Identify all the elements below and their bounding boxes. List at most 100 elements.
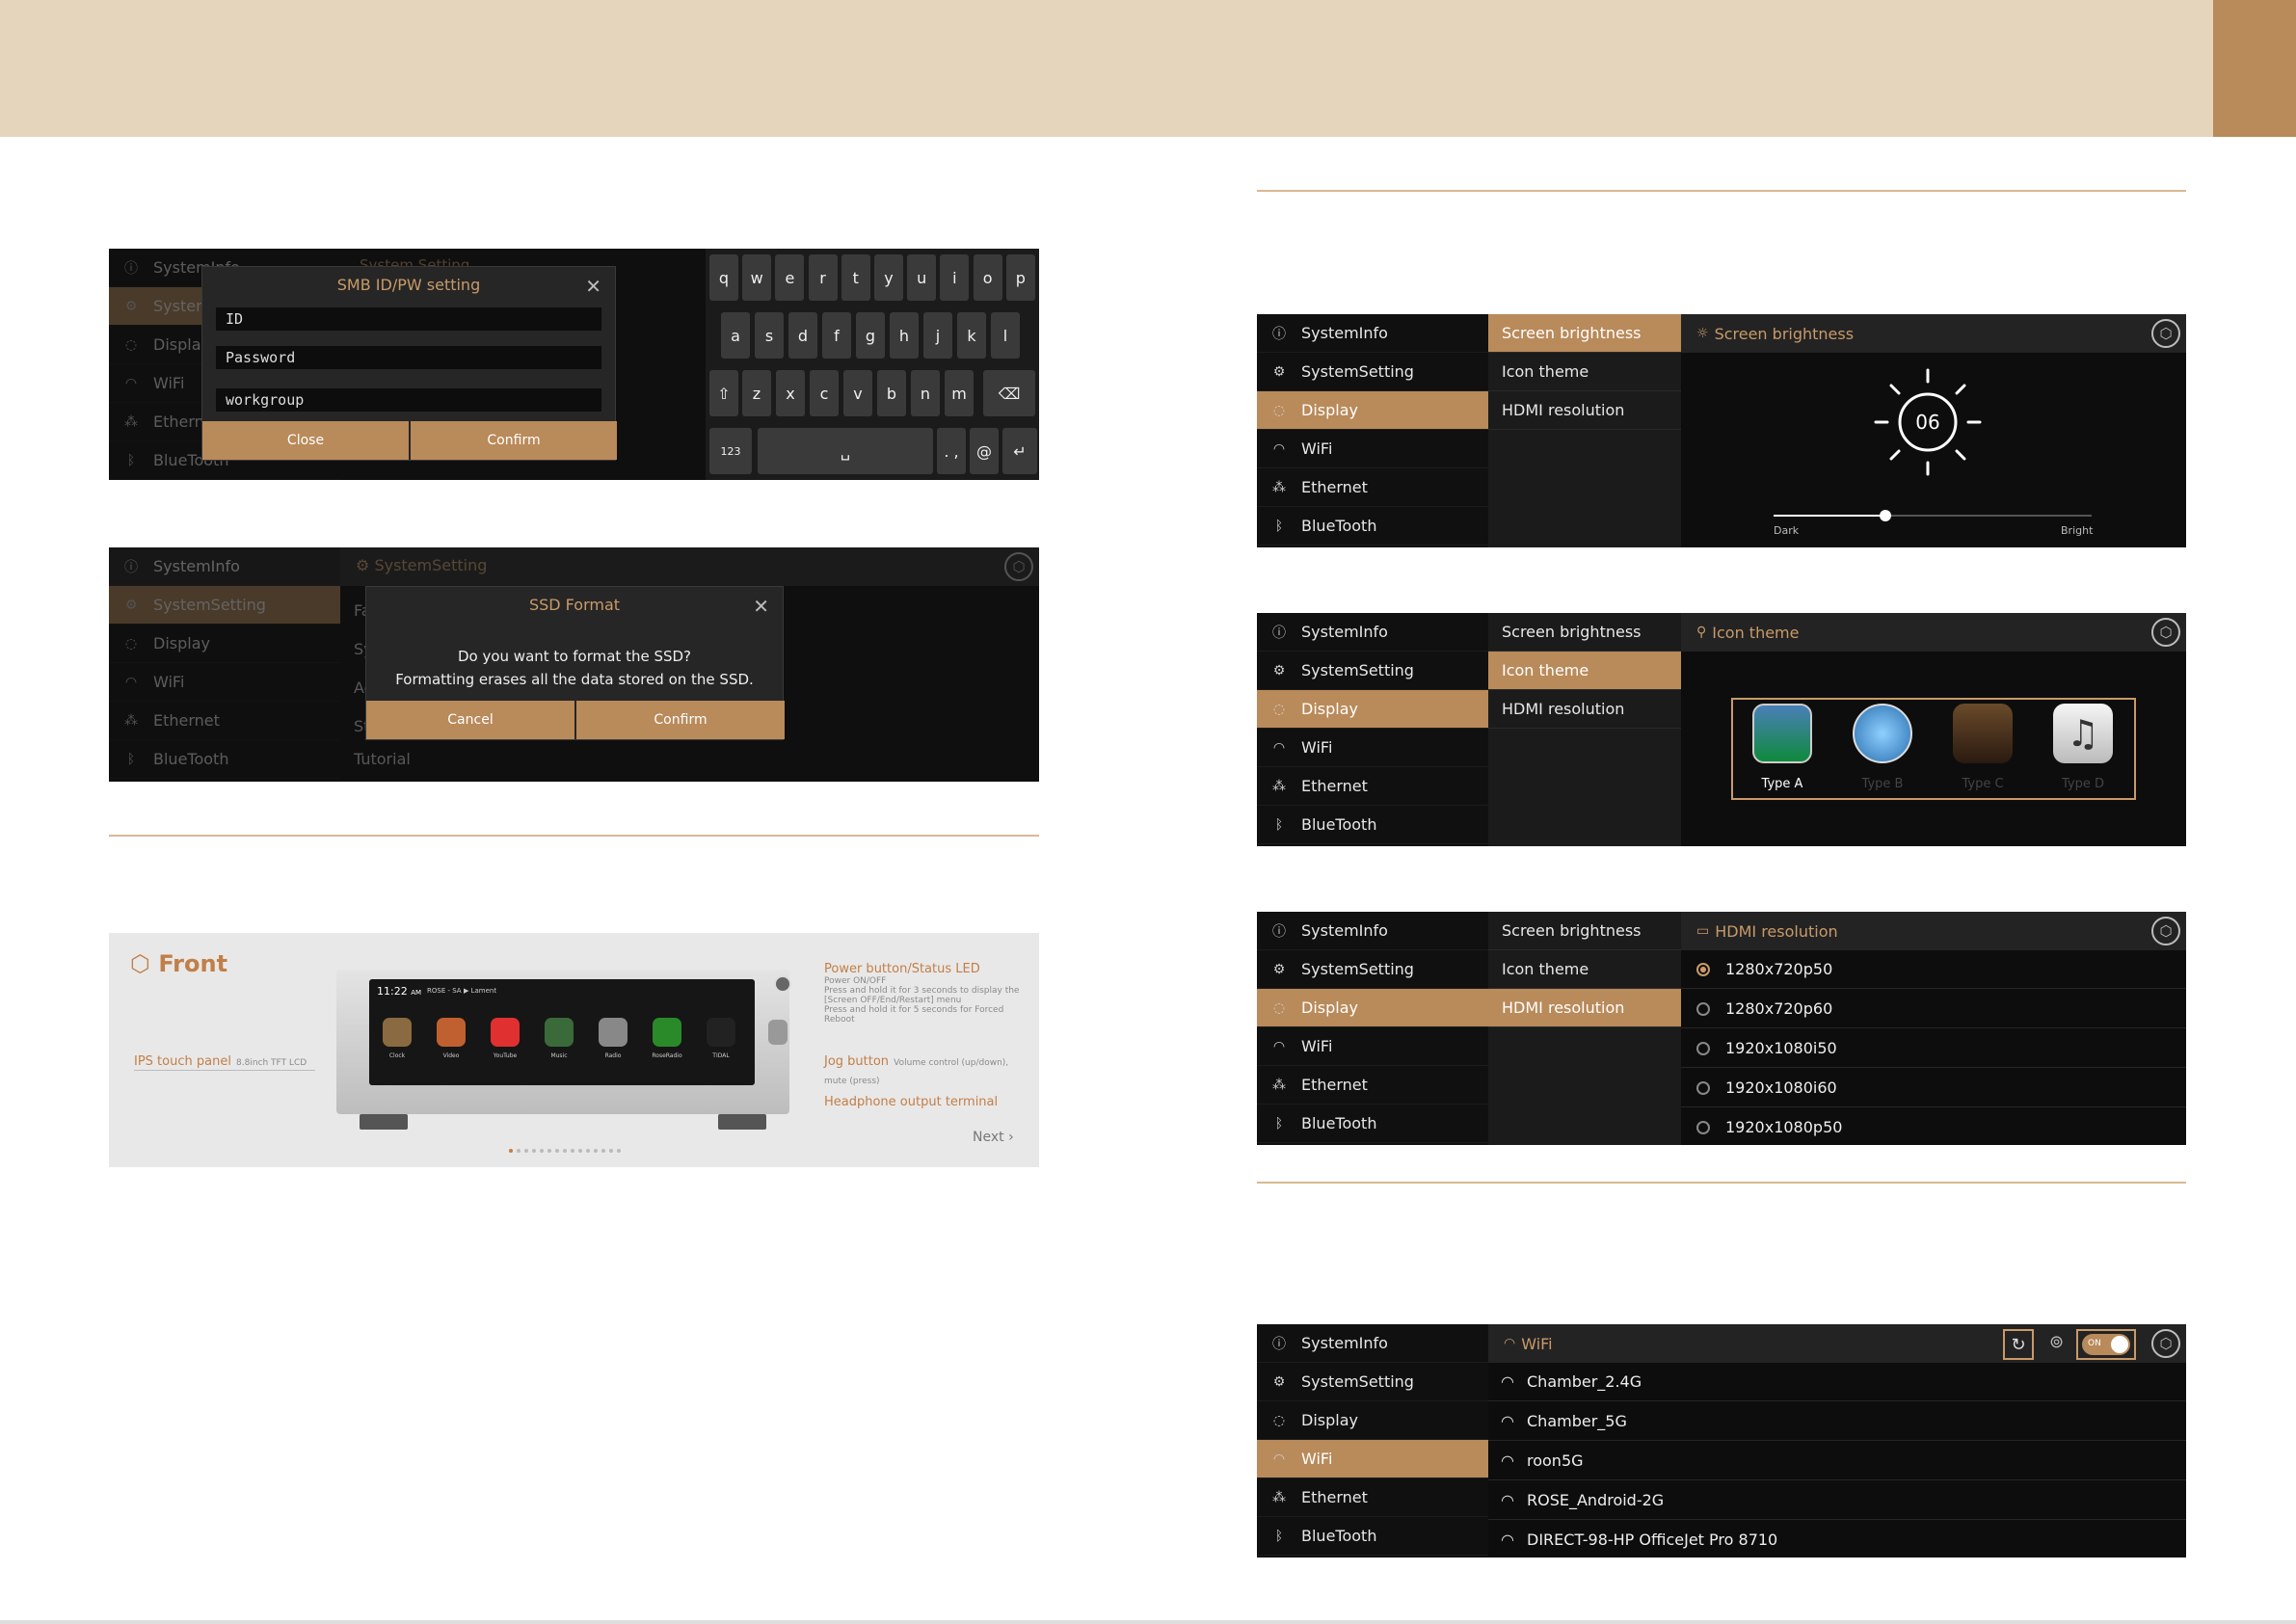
submenu-screen-brightness[interactable]: Screen brightness <box>1488 613 1681 652</box>
nav-item-systemsetting[interactable]: ⚙SystemSetting <box>1257 652 1488 690</box>
nav-item-ethernet[interactable]: ⁂ Ethernet <box>1257 1478 1488 1517</box>
key-e[interactable]: e <box>775 254 805 301</box>
nav-item-systemsetting[interactable]: ⚙SystemSetting <box>1257 950 1488 989</box>
id-field[interactable]: ID <box>216 307 601 331</box>
shift-key[interactable]: ⇧ <box>709 370 738 416</box>
slider-handle[interactable] <box>1879 510 1891 521</box>
nav-item-bluetooth[interactable]: ᛒ BlueTooth <box>1257 1517 1488 1556</box>
key-l[interactable]: l <box>991 312 1020 359</box>
nav-item-bluetooth[interactable]: ᛒ BlueTooth <box>1257 806 1488 844</box>
wifi-settings-icon[interactable]: ⊚ <box>2049 1332 2064 1352</box>
nav-item-wifi[interactable]: ◠ WiFi <box>1257 1440 1488 1478</box>
brightness-slider[interactable] <box>1774 510 2092 521</box>
jog-button[interactable] <box>768 1020 788 1045</box>
nav-item-bluetooth[interactable]: ᛒ BlueTooth <box>1257 1105 1488 1143</box>
submenu-hdmi-resolution[interactable]: HDMI resolution <box>1488 690 1681 729</box>
nav-item-wifi[interactable]: ◠ WiFi <box>109 663 340 702</box>
numbers-key[interactable]: 123 <box>709 428 752 474</box>
nav-item-bluetooth[interactable]: ᛒ BlueTooth <box>109 740 340 779</box>
backspace-key[interactable]: ⌫ <box>983 370 1035 416</box>
app-clock-icon[interactable] <box>383 1018 412 1047</box>
cancel-button[interactable]: Cancel <box>366 701 574 739</box>
key-x[interactable]: x <box>776 370 805 416</box>
theme-c-icon[interactable] <box>1953 704 2013 763</box>
wifi-network-row[interactable]: ◠ roon5G <box>1488 1442 2186 1480</box>
wifi-network-row[interactable]: ◠ Chamber_2.4G <box>1488 1363 2186 1401</box>
radio-button[interactable] <box>1696 1001 1710 1016</box>
close-icon[interactable]: ✕ <box>753 595 769 618</box>
app-video-icon[interactable] <box>437 1018 466 1047</box>
key-b[interactable]: b <box>877 370 906 416</box>
radio-selected[interactable] <box>1696 962 1710 976</box>
close-icon[interactable]: ✕ <box>585 275 601 298</box>
key-t[interactable]: t <box>841 254 870 301</box>
key-j[interactable]: j <box>923 312 952 359</box>
nav-item-display[interactable]: ◌ Display <box>1257 391 1488 430</box>
nav-item-ethernet[interactable]: ⁂ Ethernet <box>109 702 340 740</box>
punctuation-key[interactable]: . , <box>937 428 966 474</box>
key-v[interactable]: v <box>843 370 872 416</box>
password-field[interactable]: Password <box>216 346 601 369</box>
app-tidal-icon[interactable] <box>707 1018 735 1047</box>
key-i[interactable]: i <box>940 254 970 301</box>
nav-item-systeminfo[interactable]: ⓘ SystemInfo <box>1257 613 1488 652</box>
key-n[interactable]: n <box>911 370 940 416</box>
app-roseradio-icon[interactable] <box>653 1018 681 1047</box>
app-radio-icon[interactable] <box>599 1018 627 1047</box>
nav-item-bluetooth[interactable]: ᛒ BlueTooth <box>1257 507 1488 546</box>
wifi-network-row[interactable]: ◠ DIRECT-98-HP OfficeJet Pro 8710 <box>1488 1521 2186 1557</box>
enter-key[interactable]: ↵ <box>1002 428 1037 474</box>
nav-item-systeminfo[interactable]: ⓘ SystemInfo <box>1257 314 1488 353</box>
key-y[interactable]: y <box>874 254 903 301</box>
key-s[interactable]: s <box>755 312 784 359</box>
key-u[interactable]: u <box>907 254 937 301</box>
close-button[interactable]: Close <box>202 421 409 460</box>
submenu-hdmi-resolution[interactable]: HDMI resolution <box>1488 989 1681 1027</box>
key-g[interactable]: g <box>856 312 885 359</box>
resolution-option[interactable]: 1280x720p60 <box>1681 990 2186 1028</box>
resolution-option[interactable]: 1920x1080i50 <box>1681 1029 2186 1068</box>
key-p[interactable]: p <box>1005 254 1035 301</box>
wifi-network-row[interactable]: ◠ ROSE_Android-2G <box>1488 1481 2186 1520</box>
space-key[interactable]: ␣ <box>758 428 933 474</box>
wifi-network-row[interactable]: ◠ Chamber_5G <box>1488 1402 2186 1441</box>
nav-item-ethernet[interactable]: ⁂ Ethernet <box>1257 468 1488 507</box>
radio-button[interactable] <box>1696 1041 1710 1055</box>
theme-a-icon[interactable] <box>1752 704 1812 763</box>
nav-item-wifi[interactable]: ◠ WiFi <box>1257 729 1488 767</box>
nav-item-systeminfo[interactable]: ⓘ SystemInfo <box>1257 912 1488 950</box>
radio-button[interactable] <box>1696 1080 1710 1095</box>
key-m[interactable]: m <box>945 370 974 416</box>
confirm-button[interactable]: Confirm <box>411 421 617 460</box>
resolution-option[interactable]: 1920x1080i60 <box>1681 1069 2186 1107</box>
submenu-icon-theme[interactable]: Icon theme <box>1488 950 1681 989</box>
confirm-button[interactable]: Confirm <box>576 701 785 739</box>
resolution-option[interactable]: 1280x720p50 <box>1681 950 2186 989</box>
key-r[interactable]: r <box>808 254 838 301</box>
key-o[interactable]: o <box>973 254 1002 301</box>
nav-item-systemsetting[interactable]: ⚙SystemSetting <box>109 586 340 625</box>
radio-button[interactable] <box>1696 1120 1710 1134</box>
key-a[interactable]: a <box>721 312 750 359</box>
workgroup-field[interactable]: workgroup <box>216 388 601 412</box>
key-c[interactable]: c <box>810 370 839 416</box>
app-youtube-icon[interactable] <box>491 1018 520 1047</box>
nav-item-systeminfo[interactable]: ⓘ SystemInfo <box>109 547 340 586</box>
nav-item-systemsetting[interactable]: ⚙SystemSetting <box>1257 1363 1488 1401</box>
wifi-toggle[interactable]: ON <box>2082 1334 2130 1355</box>
theme-b-icon[interactable] <box>1853 704 1912 763</box>
resolution-option[interactable]: 1920x1080p50 <box>1681 1108 2186 1145</box>
nav-item-systemsetting[interactable]: ⚙SystemSetting <box>1257 353 1488 391</box>
nav-item-display[interactable]: ◌ Display <box>1257 989 1488 1027</box>
nav-item-ethernet[interactable]: ⁂ Ethernet <box>1257 1066 1488 1105</box>
key-h[interactable]: h <box>890 312 919 359</box>
refresh-icon[interactable]: ↻ <box>2003 1329 2034 1360</box>
submenu-icon-theme[interactable]: Icon theme <box>1488 652 1681 690</box>
submenu-icon-theme[interactable]: Icon theme <box>1488 353 1681 391</box>
key-w[interactable]: w <box>742 254 772 301</box>
next-button[interactable]: Next › <box>973 1130 1014 1145</box>
key-q[interactable]: q <box>709 254 738 301</box>
key-f[interactable]: f <box>822 312 851 359</box>
submenu-screen-brightness[interactable]: Screen brightness <box>1488 314 1681 353</box>
power-button[interactable] <box>774 975 791 993</box>
